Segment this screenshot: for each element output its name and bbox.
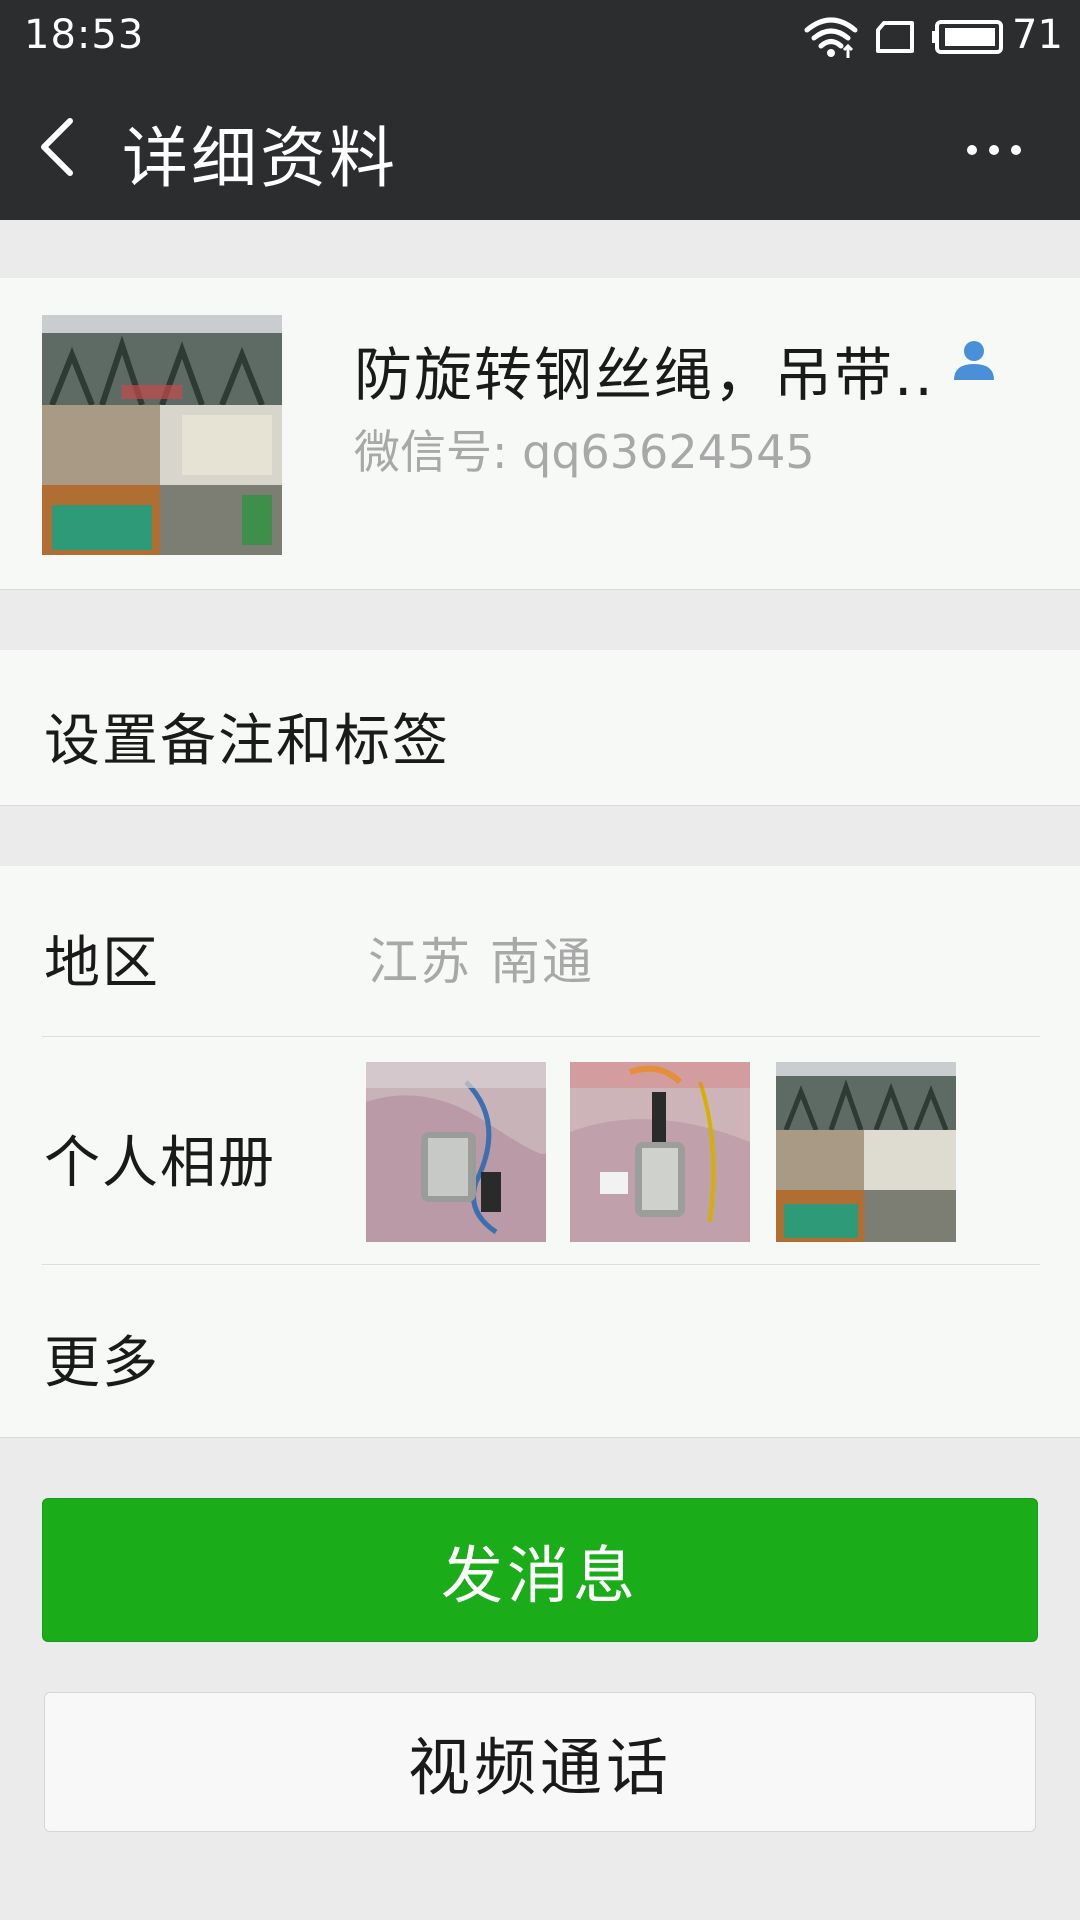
set-remark-row[interactable]: 设置备注和标签: [0, 650, 1080, 806]
title-bar: 详细资料: [0, 75, 1080, 220]
chevron-left-icon[interactable]: [36, 117, 76, 177]
album-photo[interactable]: [366, 1062, 546, 1242]
more-label: 更多: [44, 1331, 160, 1396]
page-title: 详细资料: [122, 120, 398, 197]
status-bar: 18:53 71: [0, 0, 1080, 75]
person-icon: [952, 338, 996, 386]
region-label: 地区: [44, 931, 160, 996]
battery-level: 71: [1012, 12, 1063, 58]
profile-name: 防旋转钢丝绳，吊带..: [354, 341, 935, 409]
album-label: 个人相册: [44, 1131, 276, 1196]
divider: [42, 1264, 1040, 1265]
wifi-icon: [804, 16, 858, 62]
sim-icon: [874, 20, 916, 58]
more-dots-icon[interactable]: [964, 135, 1024, 165]
album-photo[interactable]: [776, 1062, 956, 1242]
status-time: 18:53: [24, 12, 145, 58]
profile-card[interactable]: 防旋转钢丝绳，吊带.. 微信号: qq63624545: [0, 278, 1080, 590]
set-remark-label: 设置备注和标签: [44, 709, 450, 774]
divider: [42, 1036, 1040, 1037]
region-value: 江苏 南通: [368, 933, 594, 991]
video-call-button[interactable]: 视频通话: [44, 1692, 1036, 1832]
album-photo[interactable]: [570, 1062, 750, 1242]
send-message-button[interactable]: 发消息: [42, 1498, 1038, 1642]
info-group: 地区 江苏 南通 个人相册 更多: [0, 866, 1080, 1438]
avatar[interactable]: [42, 315, 282, 555]
wechat-id: 微信号: qq63624545: [354, 425, 815, 479]
battery-icon: [932, 20, 1004, 58]
